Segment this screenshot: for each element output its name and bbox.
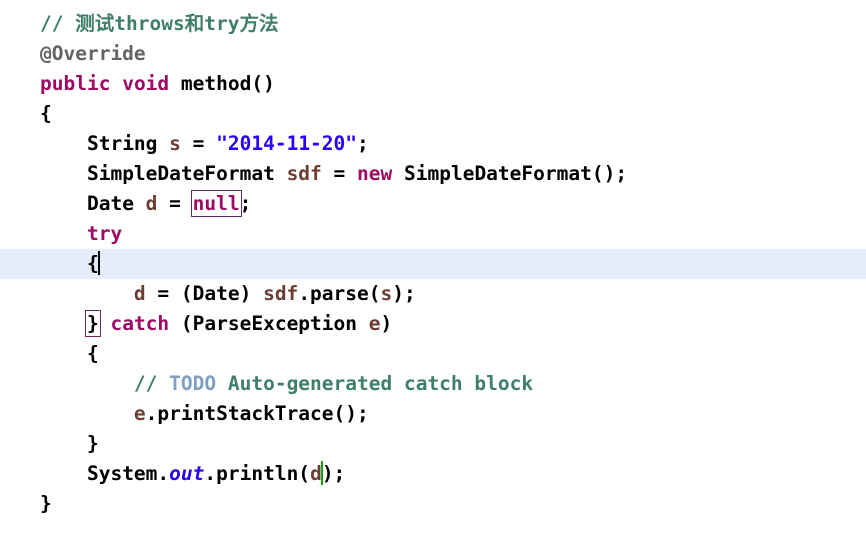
code-line[interactable]: { — [0, 99, 866, 129]
code-token-plain: method() — [169, 72, 275, 95]
text-caret — [97, 251, 100, 275]
bracket-match-token: } — [85, 310, 101, 337]
code-line[interactable]: d = (Date) sdf.parse(s); — [0, 279, 866, 309]
code-token-local: s — [380, 282, 393, 305]
code-line[interactable]: { — [0, 339, 866, 369]
code-line[interactable]: } — [0, 429, 866, 459]
code-line[interactable]: e.printStackTrace(); — [0, 399, 866, 429]
code-token-plain: String — [86, 132, 170, 155]
code-token-local: e — [368, 312, 381, 335]
code-token-keyword: new — [357, 162, 393, 185]
code-token-local: sdf — [286, 162, 322, 185]
code-token-comment: // — [40, 12, 76, 35]
code-token-static: out — [169, 462, 205, 485]
code-token-plain: = — [180, 132, 217, 155]
code-token-local: e — [133, 402, 146, 425]
code-token-todo: TODO — [169, 372, 217, 395]
code-line[interactable]: try — [0, 219, 866, 249]
code-token-keyword: public — [40, 72, 111, 95]
code-token-keyword: catch — [110, 312, 170, 335]
code-token-plain: .printStackTrace(); — [145, 402, 369, 425]
code-token-local: sdf — [263, 282, 299, 305]
code-line[interactable]: // TODO Auto-generated catch block — [0, 369, 866, 399]
code-token-plain: ; — [239, 192, 252, 215]
code-token-local: d — [133, 282, 146, 305]
code-token-comment: try — [204, 12, 240, 35]
code-token-plain: SimpleDateFormat — [86, 162, 287, 185]
code-line[interactable]: String s = "2014-11-20"; — [0, 129, 866, 159]
code-token-comment: 和 — [184, 12, 205, 35]
code-token-local: s — [169, 132, 181, 155]
code-token-plain: } — [40, 492, 52, 515]
code-token-plain: .println( — [204, 462, 311, 485]
code-token-plain: = (Date) — [145, 282, 264, 305]
code-token-plain: ); — [392, 282, 416, 305]
code-token-local: d — [145, 192, 158, 215]
code-line[interactable]: Date d = null; — [0, 189, 866, 219]
code-token-comment: 方法 — [239, 12, 279, 35]
code-line-current[interactable]: { — [0, 249, 866, 279]
code-token-comment: // — [133, 372, 170, 395]
code-line[interactable]: } — [0, 489, 866, 519]
code-token-string: "2014-11-20" — [216, 132, 358, 155]
code-token-plain: { — [40, 102, 52, 125]
code-token-plain: { — [86, 342, 99, 365]
code-editor[interactable]: // 测试throws和try方法 @Override public void me… — [0, 0, 866, 541]
code-lines-container[interactable]: // 测试throws和try方法 @Override public void me… — [0, 9, 866, 519]
code-token-keyword: void — [122, 72, 170, 95]
code-token-keyword: try — [86, 222, 123, 245]
code-token-plain: = — [321, 162, 358, 185]
code-token-plain: ; — [357, 132, 369, 155]
code-token-plain: = — [157, 192, 193, 215]
code-token-plain: ) — [380, 312, 393, 335]
code-token-comment: 测试 — [75, 12, 115, 35]
code-token-plain: ); — [321, 462, 346, 485]
code-token-plain: } — [86, 432, 99, 455]
code-line[interactable]: SimpleDateFormat sdf = new SimpleDateFor… — [0, 159, 866, 189]
code-line[interactable]: public void method() — [0, 69, 866, 99]
code-line[interactable]: @Override — [0, 39, 866, 69]
code-token-comment: throws — [114, 12, 185, 35]
code-token-annot: @Override — [40, 42, 146, 65]
code-line[interactable]: // 测试throws和try方法 — [0, 9, 866, 39]
code-line[interactable]: } catch (ParseException e) — [0, 309, 866, 339]
code-line[interactable]: System.out.println(d); — [0, 459, 866, 489]
code-token-plain: .parse( — [298, 282, 381, 305]
code-token-comment: Auto-generated catch block — [216, 372, 534, 395]
code-token-plain: System. — [86, 462, 170, 485]
code-token-plain: SimpleDateFormat(); — [392, 162, 628, 185]
code-token-plain: (ParseException — [169, 312, 369, 335]
code-token-plain: Date — [86, 192, 146, 215]
occurrence-highlight-token: null — [190, 190, 242, 217]
